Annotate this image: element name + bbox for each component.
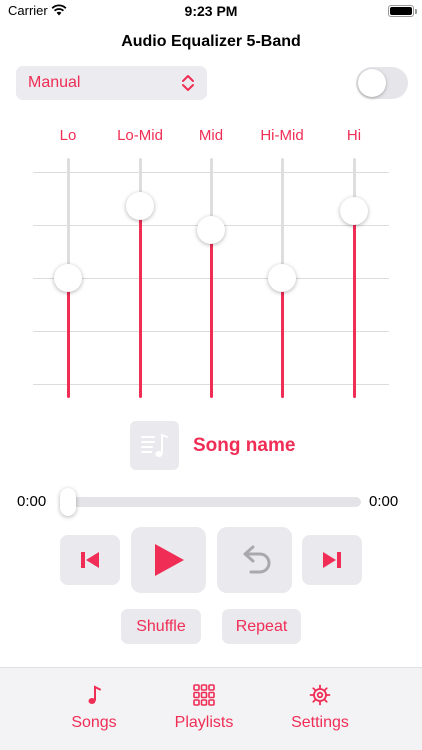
clock: 9:23 PM (184, 3, 238, 19)
battery-icon (388, 5, 417, 17)
band-fill (67, 278, 70, 398)
page-title: Audio Equalizer 5-Band (121, 33, 301, 50)
song-name: Song name (193, 435, 296, 456)
gear-icon (309, 684, 331, 706)
tab-label: Settings (291, 714, 349, 731)
play-icon (155, 544, 184, 576)
tab-label: Playlists (174, 714, 234, 731)
remaining-time: 0:00 (369, 493, 399, 510)
tab-playlists[interactable]: Playlists (144, 668, 264, 750)
skip-back-icon (81, 552, 99, 568)
band-label-lo-mid: Lo-Mid (117, 127, 163, 144)
tab-settings[interactable]: Settings (260, 668, 380, 750)
grid-icon (193, 684, 215, 706)
band-fill (139, 206, 142, 398)
band-thumb-hi-mid[interactable] (268, 264, 296, 292)
repeat-button[interactable]: Repeat (222, 609, 301, 644)
preset-value: Manual (28, 74, 81, 91)
preset-picker[interactable]: Manual (16, 66, 207, 100)
song-artwork (130, 421, 179, 470)
skip-forward-icon (323, 552, 341, 568)
status-bar: Carrier 9:23 PM (0, 0, 422, 24)
band-label-mid: Mid (198, 127, 224, 144)
progress-thumb[interactable] (60, 488, 76, 516)
band-label-lo: Lo (59, 127, 77, 144)
band-thumb-lo-mid[interactable] (126, 192, 154, 220)
tab-label: Songs (71, 714, 117, 731)
equalizer: Lo Lo-Mid Mid Hi-Mid Hi (0, 120, 422, 410)
restart-button[interactable] (217, 527, 292, 593)
music-note-icon (88, 685, 101, 704)
equalizer-toggle[interactable] (356, 67, 408, 99)
tab-songs[interactable]: Songs (34, 668, 154, 750)
undo-arrow-icon (243, 545, 271, 574)
band-fill (281, 278, 284, 398)
band-thumb-mid[interactable] (197, 216, 225, 244)
band-label-hi-mid: Hi-Mid (260, 127, 304, 144)
chevron-up-down-icon (182, 75, 194, 91)
band-fill (353, 210, 356, 398)
band-fill (210, 230, 213, 398)
toggle-knob (358, 69, 386, 97)
band-thumb-hi[interactable] (340, 196, 368, 225)
play-button[interactable] (131, 527, 206, 593)
music-note-list-icon (141, 433, 168, 457)
playback-progress-slider[interactable] (60, 488, 361, 516)
band-slider-hi[interactable] (353, 158, 356, 398)
shuffle-button[interactable]: Shuffle (121, 609, 201, 644)
elapsed-time: 0:00 (17, 493, 47, 510)
band-thumb-lo[interactable] (54, 264, 82, 292)
next-button[interactable] (302, 535, 362, 585)
tab-bar: Songs Playlists Settings (0, 667, 422, 750)
band-label-hi: Hi (346, 127, 362, 144)
previous-button[interactable] (60, 535, 120, 585)
band-slider-mid[interactable] (210, 158, 213, 398)
